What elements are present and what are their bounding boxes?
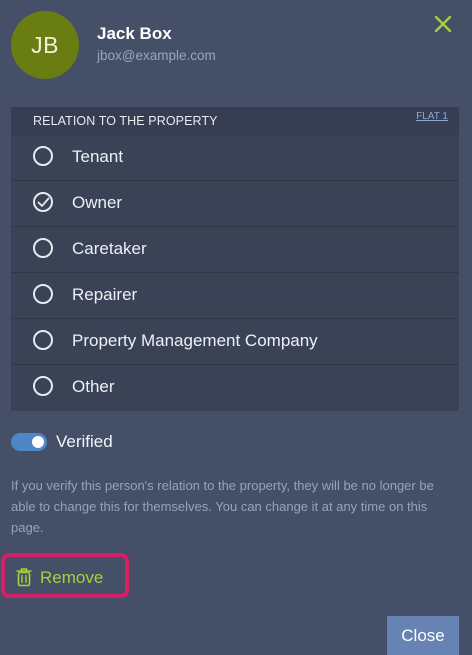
radio-unchecked-icon[interactable] <box>33 330 53 350</box>
close-button[interactable]: Close <box>387 616 459 655</box>
close-x-icon[interactable] <box>432 13 454 35</box>
option-label: Tenant <box>72 147 124 166</box>
option-label: Owner <box>72 193 123 212</box>
option-repairer[interactable]: Repairer <box>11 273 459 319</box>
user-relation-panel: JB Jack Box jbox@example.com RELATION TO… <box>0 0 472 655</box>
radio-unchecked-icon[interactable] <box>33 238 53 258</box>
option-caretaker[interactable]: Caretaker <box>11 227 459 273</box>
toggle-knob <box>32 436 44 448</box>
radio-checked-icon[interactable] <box>33 192 53 212</box>
avatar: JB <box>11 11 79 79</box>
remove-button[interactable]: Remove <box>1 553 129 598</box>
relation-title: RELATION TO THE PROPERTY <box>33 114 218 128</box>
property-link[interactable]: FLAT 1 <box>416 111 448 122</box>
relation-section: RELATION TO THE PROPERTY FLAT 1 Tenant O… <box>11 107 459 411</box>
verified-toggle[interactable] <box>11 433 47 451</box>
option-tenant[interactable]: Tenant <box>11 135 459 181</box>
trash-icon <box>16 567 32 592</box>
option-label: Other <box>72 377 115 396</box>
radio-unchecked-icon[interactable] <box>33 376 53 396</box>
radio-unchecked-icon[interactable] <box>33 284 53 304</box>
option-label: Property Management Company <box>72 331 318 350</box>
relation-header: RELATION TO THE PROPERTY FLAT 1 <box>11 107 459 135</box>
option-property-management-company[interactable]: Property Management Company <box>11 319 459 365</box>
option-other[interactable]: Other <box>11 365 459 410</box>
verify-help-text: If you verify this person's relation to … <box>11 478 434 535</box>
user-name: Jack Box <box>97 24 172 43</box>
radio-unchecked-icon[interactable] <box>33 146 53 166</box>
option-label: Caretaker <box>72 239 147 258</box>
option-label: Repairer <box>72 285 138 304</box>
user-email: jbox@example.com <box>97 48 216 63</box>
option-owner[interactable]: Owner <box>11 181 459 227</box>
verified-label: Verified <box>56 432 113 451</box>
remove-label: Remove <box>40 568 104 587</box>
